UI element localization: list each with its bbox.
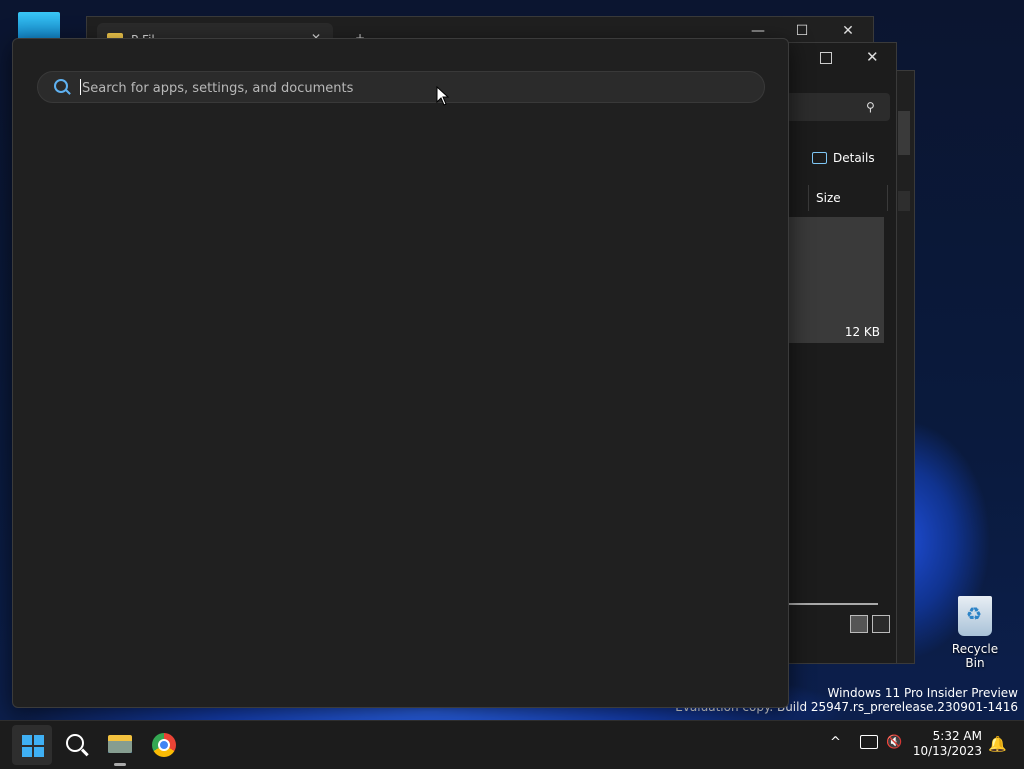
scrollbar-thumb[interactable]	[898, 111, 910, 155]
close-icon[interactable]: ✕	[866, 48, 879, 66]
search-icon: ⚲	[866, 100, 875, 114]
file-explorer-window-front[interactable]: ✕ ⚲ Details Size 12 KB	[786, 42, 897, 664]
minimize-button[interactable]: —	[747, 23, 769, 39]
taskbar-file-explorer[interactable]	[100, 725, 140, 766]
search-flyout	[12, 38, 789, 708]
details-view-icon[interactable]	[850, 615, 868, 633]
recycle-bin[interactable]: Recycle Bin	[942, 596, 1008, 670]
column-header-size-label: Size	[816, 191, 841, 205]
details-pane-icon	[812, 152, 827, 164]
start-button[interactable]	[12, 725, 52, 765]
details-button[interactable]: Details	[812, 151, 875, 165]
recycle-bin-icon	[958, 596, 992, 636]
file-explorer-icon	[108, 735, 132, 753]
explorer-window-edge	[896, 70, 915, 664]
maximize-icon[interactable]	[820, 52, 832, 64]
search-bar[interactable]	[37, 71, 765, 103]
tiles-view-icon[interactable]	[872, 615, 890, 633]
windows-start-icon	[22, 735, 44, 757]
bell-icon[interactable]: 🔔	[988, 735, 1007, 753]
taskbar-search-button[interactable]	[56, 725, 96, 765]
chrome-icon	[152, 733, 176, 757]
panel-block	[898, 191, 910, 211]
close-button[interactable]: ✕	[837, 23, 859, 39]
file-item[interactable]: 12 KB	[786, 217, 884, 343]
search-icon	[54, 79, 68, 93]
volume-muted-icon[interactable]: 🔇	[886, 735, 902, 750]
details-label: Details	[833, 151, 875, 165]
search-input[interactable]	[80, 76, 744, 100]
taskbar: ^ 🔇 5:32 AM 10/13/2023 🔔	[0, 720, 1024, 769]
show-hidden-icons-chevron-icon[interactable]: ^	[830, 735, 841, 750]
maximize-button[interactable]: ☐	[791, 23, 813, 39]
recycle-bin-label: Recycle Bin	[951, 642, 999, 670]
view-toggle	[850, 615, 890, 633]
taskbar-clock[interactable]: 5:32 AM 10/13/2023	[912, 729, 982, 759]
clock-time: 5:32 AM	[932, 729, 982, 743]
clock-date: 10/13/2023	[912, 744, 982, 758]
horizontal-scrollbar[interactable]	[786, 603, 878, 605]
network-icon[interactable]	[860, 735, 878, 749]
file-size: 12 KB	[844, 325, 880, 339]
taskbar-chrome[interactable]	[144, 725, 184, 765]
explorer-search-box[interactable]: ⚲	[786, 93, 890, 121]
column-header-size[interactable]: Size	[808, 185, 888, 211]
search-icon	[66, 734, 84, 752]
running-indicator	[114, 763, 126, 766]
